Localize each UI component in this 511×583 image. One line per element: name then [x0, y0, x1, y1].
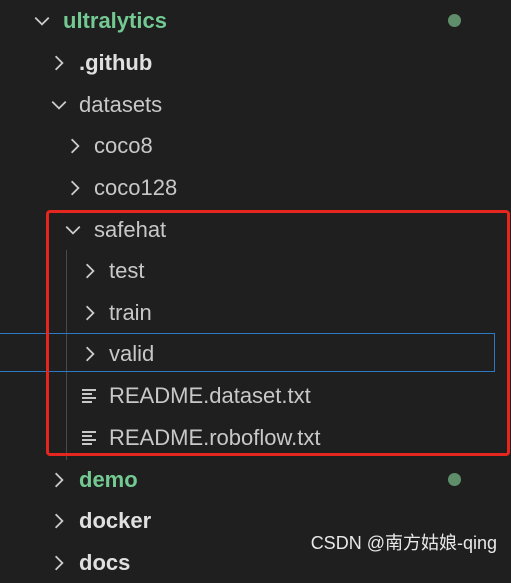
tree-item-coco8[interactable]: coco8 [0, 125, 511, 166]
chevron-right-icon [66, 137, 84, 155]
file-explorer-tree: ultralytics .github datasets coco8 coco1… [0, 0, 511, 573]
tree-item-coco128[interactable]: coco128 [0, 167, 511, 208]
tree-item-label: .github [79, 49, 153, 75]
tree-item-label: docs [79, 549, 131, 575]
chevron-right-icon [50, 471, 68, 489]
chevron-right-icon [50, 512, 68, 530]
tree-item-github[interactable]: .github [0, 42, 511, 83]
tree-item-label: demo [79, 466, 138, 492]
tree-item-demo[interactable]: demo [0, 459, 511, 500]
watermark-text: CSDN @南方姑娘-qing [310, 533, 497, 553]
tree-item-ultralytics[interactable]: ultralytics [0, 0, 511, 41]
tree-item-label: ultralytics [63, 7, 167, 33]
modified-dot-icon [448, 473, 461, 486]
tree-item-label: coco128 [94, 174, 178, 200]
chevron-right-icon [50, 554, 68, 572]
highlight-annotation-box [46, 210, 510, 456]
chevron-down-icon [50, 96, 68, 114]
modified-dot-icon [448, 14, 461, 27]
chevron-down-icon [33, 12, 51, 30]
chevron-right-icon [66, 179, 84, 197]
tree-item-label: docker [79, 507, 152, 533]
tree-item-label: datasets [79, 91, 163, 117]
tree-item-datasets[interactable]: datasets [0, 84, 511, 125]
tree-item-label: coco8 [94, 132, 153, 158]
chevron-right-icon [50, 54, 68, 72]
